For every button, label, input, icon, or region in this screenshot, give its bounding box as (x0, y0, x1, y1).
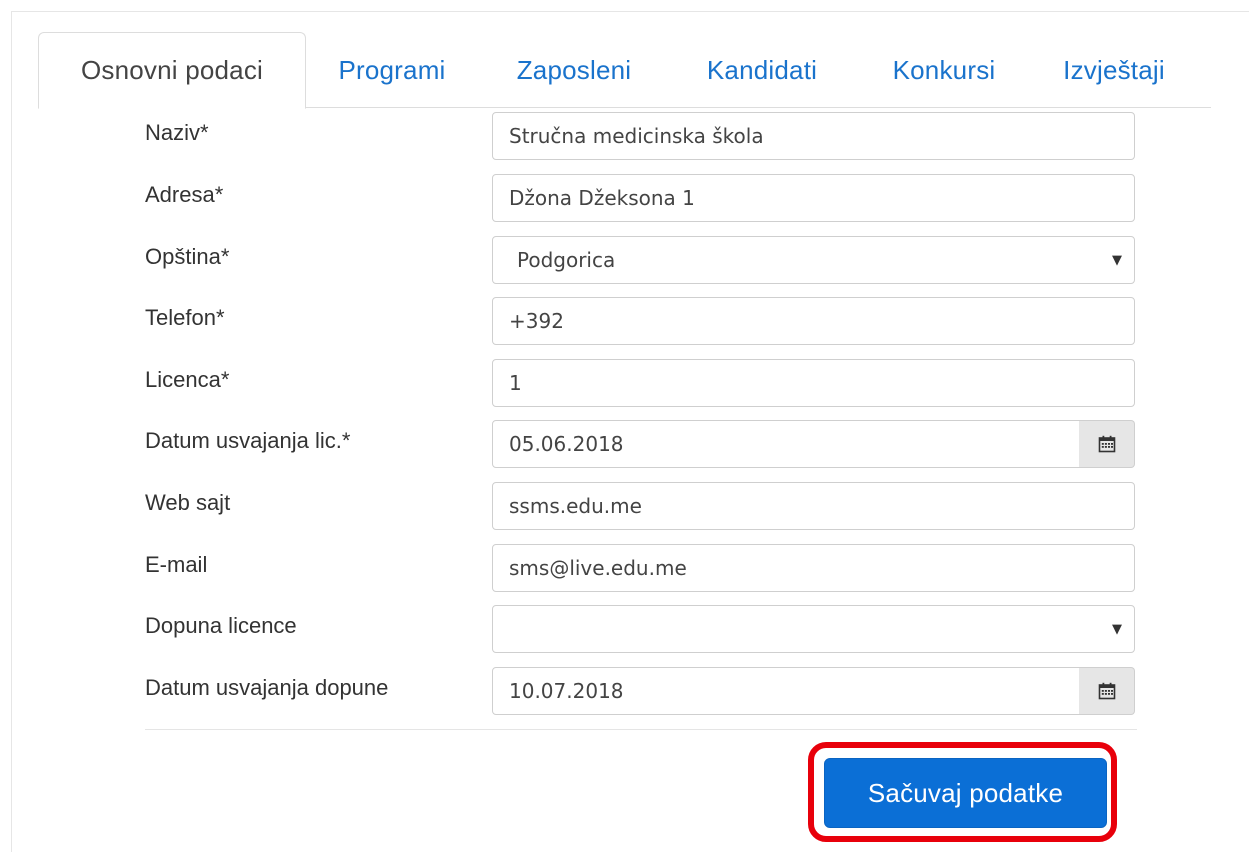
save-button[interactable]: Sačuvaj podatke (824, 758, 1107, 828)
tab-zaposleni[interactable]: Zaposleni (478, 32, 670, 108)
form-row-datum-licence: Datum usvajanja lic.* 05.06.2018 (145, 420, 1137, 468)
form-row-datum-dopune: Datum usvajanja dopune 10.07.2018 (145, 667, 1137, 715)
form-row-adresa: Adresa* Džona Džeksona 1 (145, 174, 1137, 222)
form-row-opstina: Opština* Podgorica ▼ (145, 236, 1137, 284)
panel-border-top (11, 11, 1249, 12)
dopuna-select[interactable]: ▼ (492, 605, 1135, 653)
opstina-select[interactable]: Podgorica ▼ (492, 236, 1135, 284)
telefon-input[interactable]: +392 (492, 297, 1135, 345)
adresa-label: Adresa* (145, 182, 224, 207)
page: Osnovni podaci Programi Zaposleni Kandid… (0, 0, 1249, 852)
licenca-input[interactable]: 1 (492, 359, 1135, 407)
tab-izvjestaji[interactable]: Izvještaji (1034, 32, 1194, 108)
form-row-web: Web sajt ssms.edu.me (145, 482, 1137, 530)
caret-down-icon: ▼ (1112, 622, 1122, 637)
form-row-licenca: Licenca* 1 (145, 359, 1137, 407)
dopuna-label: Dopuna licence (145, 613, 297, 638)
form-row-telefon: Telefon* +392 (145, 297, 1137, 345)
calendar-icon (1098, 435, 1115, 453)
opstina-label: Opština* (145, 244, 230, 269)
naziv-label: Naziv* (145, 120, 209, 145)
tab-osnovni-podaci[interactable]: Osnovni podaci (38, 32, 306, 109)
email-label: E-mail (145, 552, 208, 577)
email-input[interactable]: sms@live.edu.me (492, 544, 1135, 592)
form-row-naziv: Naziv* Stručna medicinska škola (145, 112, 1137, 160)
form-divider (145, 729, 1137, 730)
tab-programi[interactable]: Programi (306, 32, 478, 108)
web-input[interactable]: ssms.edu.me (492, 482, 1135, 530)
caret-down-icon: ▼ (1112, 253, 1122, 268)
licenca-label: Licenca* (145, 367, 230, 392)
dopuna-selected-value (509, 617, 517, 641)
adresa-input[interactable]: Džona Džeksona 1 (492, 174, 1135, 222)
form-row-dopuna: Dopuna licence ▼ (145, 605, 1137, 653)
telefon-label: Telefon* (145, 305, 225, 330)
calendar-icon (1098, 682, 1115, 700)
calendar-button-dopune[interactable] (1079, 667, 1135, 715)
datum-dopune-label: Datum usvajanja dopune (145, 675, 389, 700)
naziv-input[interactable]: Stručna medicinska škola (492, 112, 1135, 160)
opstina-selected-value: Podgorica (517, 248, 616, 272)
calendar-button-licence[interactable] (1079, 420, 1135, 468)
datum-licence-label: Datum usvajanja lic.* (145, 428, 351, 453)
web-label: Web sajt (145, 490, 231, 515)
datum-dopune-input[interactable]: 10.07.2018 (492, 667, 1080, 715)
tab-bar: Osnovni podaci Programi Zaposleni Kandid… (38, 32, 1194, 109)
form-row-email: E-mail sms@live.edu.me (145, 544, 1137, 592)
tab-kandidati[interactable]: Kandidati (670, 32, 854, 108)
panel-border-left (11, 11, 12, 852)
tab-konkursi[interactable]: Konkursi (854, 32, 1034, 108)
datum-licence-input[interactable]: 05.06.2018 (492, 420, 1080, 468)
